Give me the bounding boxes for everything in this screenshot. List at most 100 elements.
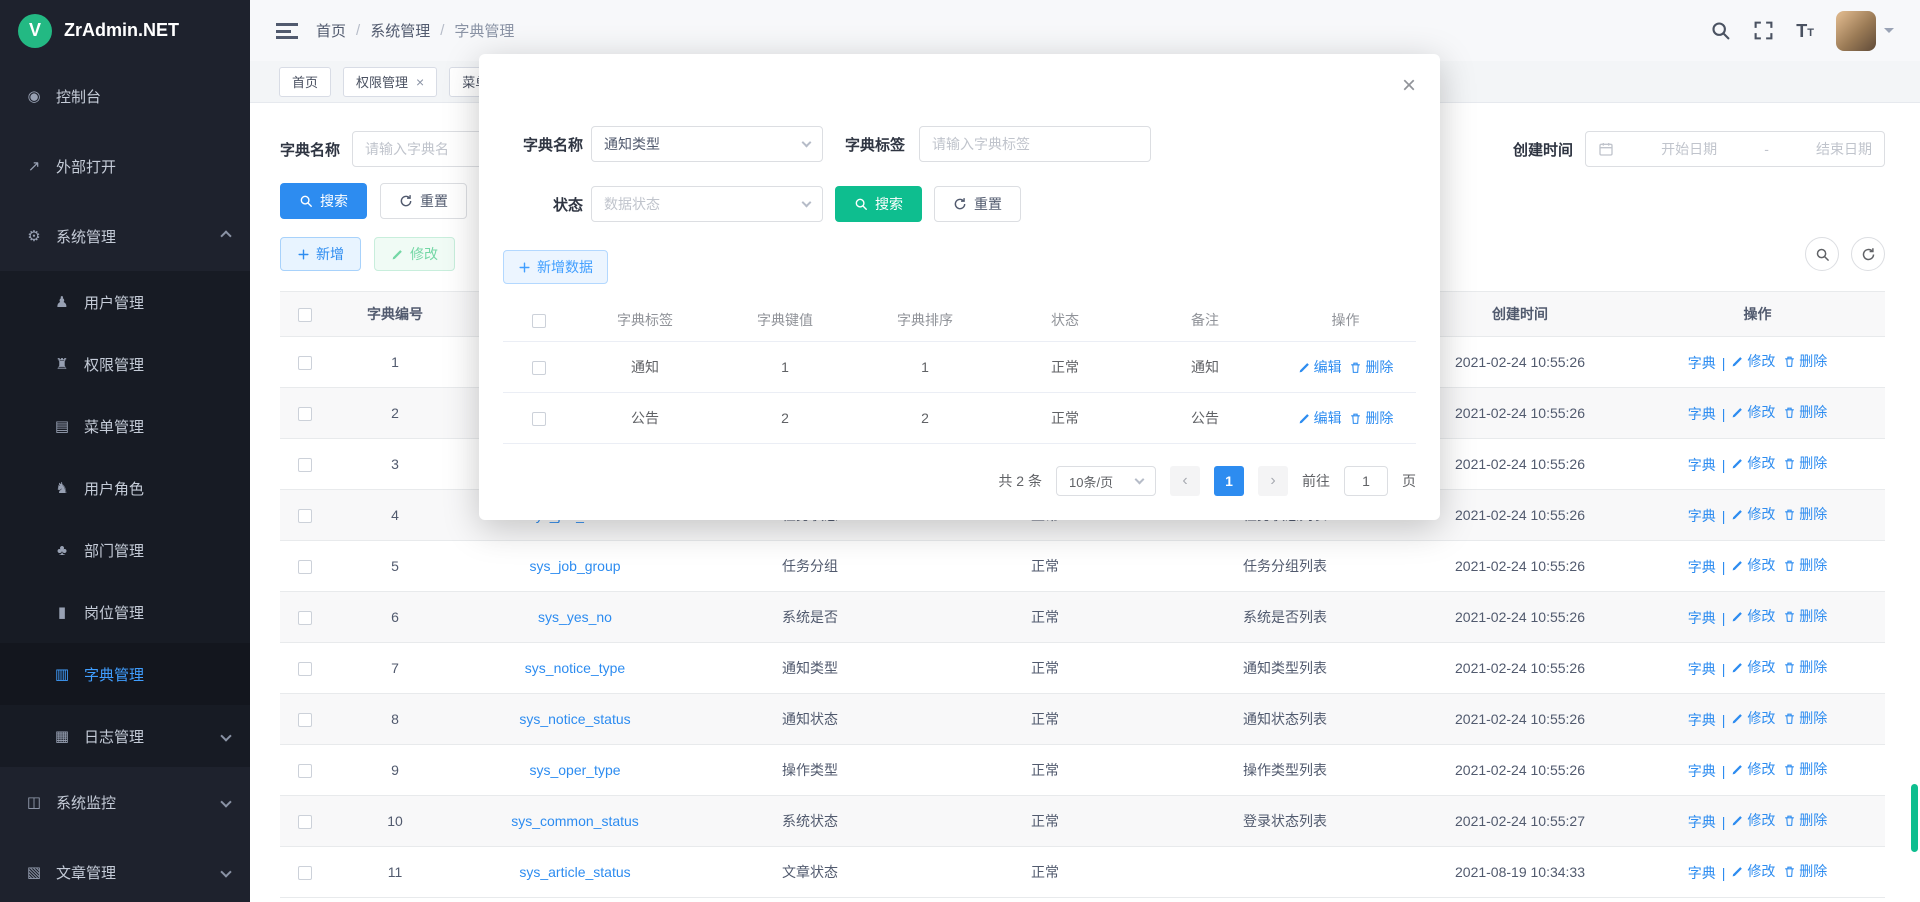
- delete-link[interactable]: 删除: [1783, 555, 1827, 575]
- dict-label-input[interactable]: [932, 136, 1138, 152]
- fullscreen-icon[interactable]: [1753, 20, 1774, 41]
- dict-data-link[interactable]: 字典: [1688, 812, 1716, 832]
- row-checkbox[interactable]: [298, 866, 312, 880]
- row-checkbox[interactable]: [298, 815, 312, 829]
- user-menu[interactable]: [1836, 11, 1894, 51]
- breadcrumb-home[interactable]: 首页: [316, 20, 346, 41]
- sidebar-item-users[interactable]: 用户管理: [0, 271, 250, 333]
- edit-link[interactable]: 修改: [1731, 402, 1775, 422]
- dict-data-link[interactable]: 字典: [1688, 404, 1716, 424]
- dict-data-link[interactable]: 字典: [1688, 506, 1716, 526]
- row-checkbox[interactable]: [532, 361, 546, 375]
- row-checkbox[interactable]: [298, 662, 312, 676]
- sidebar-item-articles[interactable]: 文章管理: [0, 837, 250, 902]
- row-checkbox[interactable]: [298, 356, 312, 370]
- edit-link[interactable]: 修改: [1731, 453, 1775, 473]
- edit-link[interactable]: 修改: [1731, 555, 1775, 575]
- row-checkbox[interactable]: [298, 611, 312, 625]
- dict-type-link[interactable]: sys_notice_type: [525, 660, 625, 676]
- sidebar-item-logs[interactable]: 日志管理: [0, 705, 250, 767]
- scrollbar-thumb[interactable]: [1911, 784, 1918, 852]
- dict-name-select[interactable]: 通知类型: [591, 126, 823, 162]
- delete-link[interactable]: 删除: [1783, 606, 1827, 626]
- close-tab-icon[interactable]: ×: [416, 75, 424, 89]
- edit-link[interactable]: 修改: [1731, 810, 1775, 830]
- breadcrumb-system[interactable]: 系统管理: [370, 20, 430, 41]
- dict-data-link[interactable]: 字典: [1688, 557, 1716, 577]
- row-checkbox[interactable]: [532, 412, 546, 426]
- dict-data-link[interactable]: 字典: [1688, 659, 1716, 679]
- edit-link[interactable]: 修改: [1731, 504, 1775, 524]
- delete-link[interactable]: 删除: [1349, 408, 1393, 428]
- sidebar-item-dictionary[interactable]: 字典管理: [0, 643, 250, 705]
- edit-link[interactable]: 修改: [1731, 861, 1775, 881]
- sidebar-item-external[interactable]: 外部打开: [0, 131, 250, 201]
- dict-data-link[interactable]: 字典: [1688, 608, 1716, 628]
- delete-link[interactable]: 删除: [1783, 402, 1827, 422]
- font-size-icon[interactable]: [1796, 22, 1814, 40]
- dict-type-link[interactable]: sys_yes_no: [538, 609, 612, 625]
- sidebar-item-permissions[interactable]: 权限管理: [0, 333, 250, 395]
- edit-link[interactable]: 修改: [1731, 657, 1775, 677]
- date-range-input[interactable]: 开始日期 - 结束日期: [1585, 131, 1885, 167]
- delete-link[interactable]: 删除: [1783, 708, 1827, 728]
- edit-link[interactable]: 修改: [1731, 606, 1775, 626]
- prev-page-button[interactable]: ‹: [1170, 466, 1200, 496]
- sidebar-item-menus[interactable]: 菜单管理: [0, 395, 250, 457]
- delete-link[interactable]: 删除: [1783, 759, 1827, 779]
- edit-link[interactable]: 编辑: [1298, 357, 1342, 377]
- sidebar-item-system[interactable]: 系统管理: [0, 201, 250, 271]
- add-button[interactable]: 新增: [280, 237, 361, 271]
- row-checkbox[interactable]: [298, 407, 312, 421]
- row-checkbox[interactable]: [298, 458, 312, 472]
- sidebar-item-roles[interactable]: 用户角色: [0, 457, 250, 519]
- dict-data-link[interactable]: 字典: [1688, 353, 1716, 373]
- sidebar-item-departments[interactable]: 部门管理: [0, 519, 250, 581]
- refresh-table-button[interactable]: [1851, 237, 1885, 271]
- row-checkbox[interactable]: [298, 713, 312, 727]
- close-icon[interactable]: ×: [1402, 74, 1416, 98]
- dialog-search-button[interactable]: 搜索: [835, 186, 922, 222]
- delete-link[interactable]: 删除: [1783, 453, 1827, 473]
- sidebar-item-dashboard[interactable]: 控制台: [0, 61, 250, 131]
- tab-permissions[interactable]: 权限管理 ×: [343, 67, 437, 97]
- dict-data-link[interactable]: 字典: [1688, 761, 1716, 781]
- delete-link[interactable]: 删除: [1783, 810, 1827, 830]
- dict-data-link[interactable]: 字典: [1688, 863, 1716, 883]
- search-icon[interactable]: [1710, 20, 1731, 41]
- add-dict-data-button[interactable]: 新增数据: [503, 250, 608, 284]
- dict-type-link[interactable]: sys_job_group: [529, 558, 620, 574]
- sidebar-item-posts[interactable]: 岗位管理: [0, 581, 250, 643]
- current-page-button[interactable]: 1: [1214, 466, 1244, 496]
- dict-type-link[interactable]: sys_notice_status: [519, 711, 630, 727]
- search-button[interactable]: 搜索: [280, 183, 367, 219]
- tab-home[interactable]: 首页: [279, 67, 331, 97]
- dict-type-link[interactable]: sys_article_status: [519, 864, 630, 880]
- goto-page-input[interactable]: [1344, 466, 1388, 496]
- select-all-checkbox[interactable]: [298, 308, 312, 322]
- delete-link[interactable]: 删除: [1783, 504, 1827, 524]
- next-page-button[interactable]: ›: [1258, 466, 1288, 496]
- page-size-select[interactable]: 10条/页: [1056, 466, 1156, 496]
- edit-link[interactable]: 修改: [1731, 708, 1775, 728]
- edit-link[interactable]: 修改: [1731, 759, 1775, 779]
- modify-button[interactable]: 修改: [374, 237, 455, 271]
- toggle-search-button[interactable]: [1805, 237, 1839, 271]
- delete-link[interactable]: 删除: [1783, 861, 1827, 881]
- select-all-checkbox[interactable]: [532, 314, 546, 328]
- dict-data-link[interactable]: 字典: [1688, 710, 1716, 730]
- edit-link[interactable]: 编辑: [1298, 408, 1342, 428]
- dict-type-link[interactable]: sys_oper_type: [529, 762, 620, 778]
- row-checkbox[interactable]: [298, 560, 312, 574]
- row-checkbox[interactable]: [298, 764, 312, 778]
- hamburger-menu-icon[interactable]: [276, 23, 298, 39]
- delete-link[interactable]: 删除: [1783, 351, 1827, 371]
- row-checkbox[interactable]: [298, 509, 312, 523]
- edit-link[interactable]: 修改: [1731, 351, 1775, 371]
- reset-button[interactable]: 重置: [380, 183, 467, 219]
- dialog-reset-button[interactable]: 重置: [934, 186, 1021, 222]
- status-select[interactable]: 数据状态: [591, 186, 823, 222]
- dict-data-link[interactable]: 字典: [1688, 455, 1716, 475]
- delete-link[interactable]: 删除: [1783, 657, 1827, 677]
- sidebar-item-monitor[interactable]: 系统监控: [0, 767, 250, 837]
